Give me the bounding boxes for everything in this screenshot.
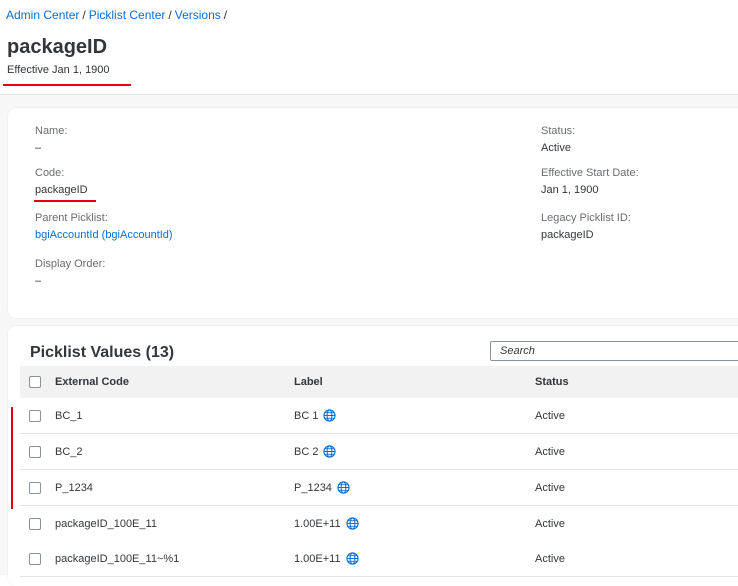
- row-status: Active: [535, 552, 565, 565]
- column-header-label[interactable]: Label: [294, 366, 323, 398]
- display-order-field: Display Order: –: [35, 258, 105, 287]
- row-label-cell: P_1234: [294, 470, 350, 505]
- legacy-id-value: packageID: [541, 229, 594, 241]
- effective-start-label: Effective Start Date:: [541, 167, 639, 179]
- page-header: Admin Center / Picklist Center / Versions / p…: [0, 0, 738, 95]
- row-checkbox[interactable]: [29, 481, 41, 494]
- row-status: Active: [535, 481, 565, 494]
- legacy-id-field: Legacy Picklist ID: packageID: [541, 212, 631, 241]
- row-label: 1.00E+11: [294, 517, 341, 530]
- row-label: BC 2: [294, 445, 319, 458]
- row-checkbox[interactable]: [29, 552, 41, 565]
- status-value: Active: [541, 142, 571, 154]
- annotation-underline-code: [34, 200, 96, 202]
- breadcrumb: Admin Center / Picklist Center / Versions /: [6, 8, 230, 22]
- row-external-code: BC_1: [55, 409, 83, 422]
- breadcrumb-separator: /: [82, 8, 86, 22]
- annotation-underline-header: [3, 84, 131, 86]
- row-label: P_1234: [294, 481, 332, 494]
- name-value: –: [35, 142, 42, 154]
- display-order-value: –: [35, 275, 42, 287]
- row-external-code: packageID_100E_11~%1: [55, 552, 180, 565]
- row-checkbox[interactable]: [29, 409, 41, 422]
- row-status: Active: [535, 517, 565, 530]
- globe-icon[interactable]: [345, 517, 359, 530]
- row-status: Active: [535, 409, 565, 422]
- column-header-external-code[interactable]: External Code: [55, 366, 129, 398]
- breadcrumb-separator: /: [168, 8, 172, 22]
- row-external-code: P_1234: [55, 481, 93, 494]
- page-subtitle: Effective Jan 1, 1900: [7, 64, 110, 76]
- table-row[interactable]: packageID_100E_11~%1 1.00E+11 Active: [20, 541, 738, 577]
- display-order-label: Display Order:: [35, 258, 106, 270]
- parent-picklist-field: Parent Picklist: bgiAccountId (bgiAccoun…: [35, 212, 173, 241]
- effective-start-value: Jan 1, 1900: [541, 184, 599, 196]
- table-header: External Code Label Status: [20, 366, 738, 399]
- table-row[interactable]: packageID_100E_11 1.00E+11 Active: [20, 506, 738, 542]
- parent-picklist-label: Parent Picklist:: [35, 212, 108, 224]
- globe-icon[interactable]: [345, 552, 359, 565]
- row-label-cell: 1.00E+11: [294, 506, 359, 541]
- row-label: BC 1: [294, 409, 319, 422]
- table-title: Picklist Values (13): [30, 344, 175, 361]
- breadcrumb-admin-center[interactable]: Admin Center: [6, 8, 79, 22]
- code-field: Code: packageID: [35, 167, 88, 196]
- column-header-status[interactable]: Status: [535, 366, 569, 398]
- table-row[interactable]: BC_1 BC 1 Active: [20, 398, 738, 434]
- row-external-code: packageID_100E_11: [55, 517, 157, 530]
- page-title: packageID: [7, 36, 108, 58]
- row-status: Active: [535, 445, 565, 458]
- status-label: Status:: [541, 125, 576, 137]
- effective-start-field: Effective Start Date: Jan 1, 1900: [541, 167, 639, 196]
- breadcrumb-separator: /: [223, 8, 228, 22]
- name-field: Name: –: [35, 125, 67, 154]
- row-checkbox[interactable]: [29, 517, 41, 530]
- table-row[interactable]: P_1234 P_1234 Active: [20, 470, 738, 506]
- row-label-cell: 1.00E+11: [294, 541, 359, 576]
- page: Admin Center / Picklist Center / Versions / p…: [0, 0, 738, 586]
- parent-picklist-link[interactable]: bgiAccountId (bgiAccountId): [35, 229, 173, 241]
- row-checkbox[interactable]: [29, 445, 41, 458]
- row-label-cell: BC 2: [294, 434, 337, 469]
- row-external-code: BC_2: [55, 445, 83, 458]
- select-all-checkbox[interactable]: [29, 376, 41, 388]
- code-label: Code:: [35, 167, 65, 179]
- table-row[interactable]: BC_2 BC 2 Active: [20, 434, 738, 470]
- breadcrumb-versions[interactable]: Versions: [175, 8, 221, 22]
- search-input[interactable]: Search: [490, 341, 738, 361]
- code-value: packageID: [35, 184, 88, 196]
- globe-icon[interactable]: [323, 445, 337, 458]
- globe-icon[interactable]: [337, 481, 350, 494]
- row-label: 1.00E+11: [294, 552, 341, 565]
- annotation-bracket-rows: [11, 407, 13, 509]
- legacy-id-label: Legacy Picklist ID:: [541, 212, 631, 224]
- status-field: Status: Active: [541, 125, 575, 154]
- search-placeholder: Search: [500, 345, 535, 357]
- globe-icon[interactable]: [323, 409, 337, 422]
- row-label-cell: BC 1: [294, 398, 337, 433]
- name-label: Name:: [35, 125, 68, 137]
- breadcrumb-picklist-center[interactable]: Picklist Center: [89, 8, 166, 22]
